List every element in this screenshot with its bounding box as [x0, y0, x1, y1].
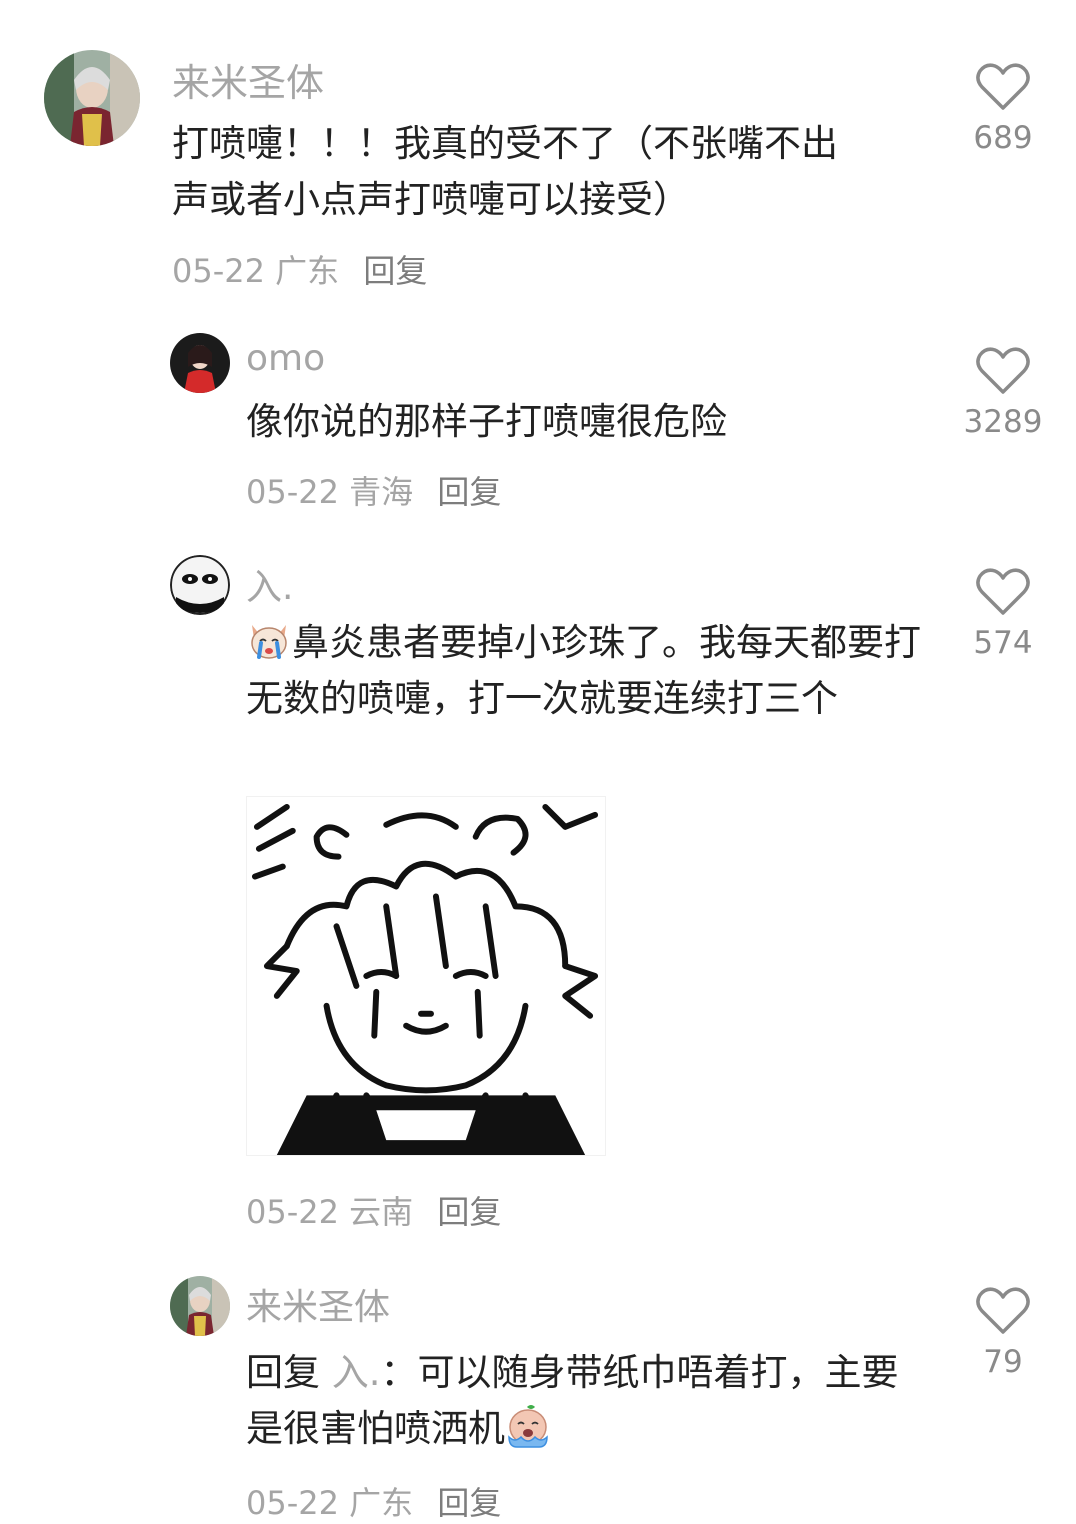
comment-meta: 05-22 云南 回复 — [246, 1187, 501, 1233]
username[interactable]: 来米圣体 — [172, 52, 324, 107]
user-avatar[interactable] — [44, 50, 140, 146]
like-count: 3289 — [963, 404, 1043, 440]
comment-sticker-image[interactable] — [246, 796, 606, 1156]
like-count: 689 — [973, 120, 1033, 156]
like-button[interactable]: 574 — [956, 567, 1050, 661]
heart-icon — [976, 63, 1030, 110]
reply-prefix: 回复 — [246, 1351, 320, 1394]
crying-face-emoji — [508, 1405, 548, 1448]
heart-icon — [976, 1287, 1030, 1334]
comment-meta: 05-22 广东 回复 — [246, 1478, 501, 1524]
heart-icon — [976, 347, 1030, 394]
heart-icon — [976, 568, 1030, 615]
username[interactable]: omo — [246, 338, 325, 379]
comment-text: 回复 入.：可以随身带纸巾唔着打，主要是很害怕喷洒机 — [246, 1351, 899, 1450]
like-count: 574 — [973, 625, 1033, 661]
comment-text: 像你说的那样子打喷嚏很危险 — [246, 400, 727, 443]
comment-meta: 05-22 广东 回复 — [172, 246, 427, 292]
reply-button[interactable]: 回复 — [437, 473, 501, 511]
crying-dog-emoji — [251, 625, 287, 659]
like-count: 79 — [983, 1344, 1023, 1380]
like-button[interactable]: 3289 — [956, 346, 1050, 440]
username[interactable]: 入. — [246, 558, 293, 610]
comment-date: 05-22 — [172, 252, 265, 290]
user-avatar[interactable] — [170, 333, 230, 393]
username[interactable]: 来米圣体 — [246, 1278, 390, 1330]
like-button[interactable]: 79 — [956, 1286, 1050, 1380]
comment-date: 05-22 — [246, 473, 339, 511]
comment-date: 05-22 — [246, 1484, 339, 1522]
user-avatar[interactable] — [170, 1276, 230, 1336]
comment-location: 云南 — [349, 1193, 414, 1231]
mention-link[interactable]: 入. — [332, 1351, 381, 1394]
comment-location: 广东 — [349, 1484, 414, 1522]
comment-meta: 05-22 青海 回复 — [246, 467, 501, 513]
comment-date: 05-22 — [246, 1193, 339, 1231]
reply-button[interactable]: 回复 — [437, 1193, 501, 1231]
comment-text: 打喷嚏！！！我真的受不了（不张嘴不出声或者小点声打喷嚏可以接受） — [172, 122, 838, 221]
comment-text: 鼻炎患者要掉小珍珠了。我每天都要打无数的喷嚏，打一次就要连续打三个 — [246, 615, 936, 727]
comment-location: 广东 — [275, 252, 340, 290]
user-avatar[interactable] — [170, 555, 230, 615]
comment-location: 青海 — [349, 473, 414, 511]
reply-button[interactable]: 回复 — [437, 1484, 501, 1522]
reply-button[interactable]: 回复 — [363, 252, 427, 290]
like-button[interactable]: 689 — [956, 62, 1050, 156]
